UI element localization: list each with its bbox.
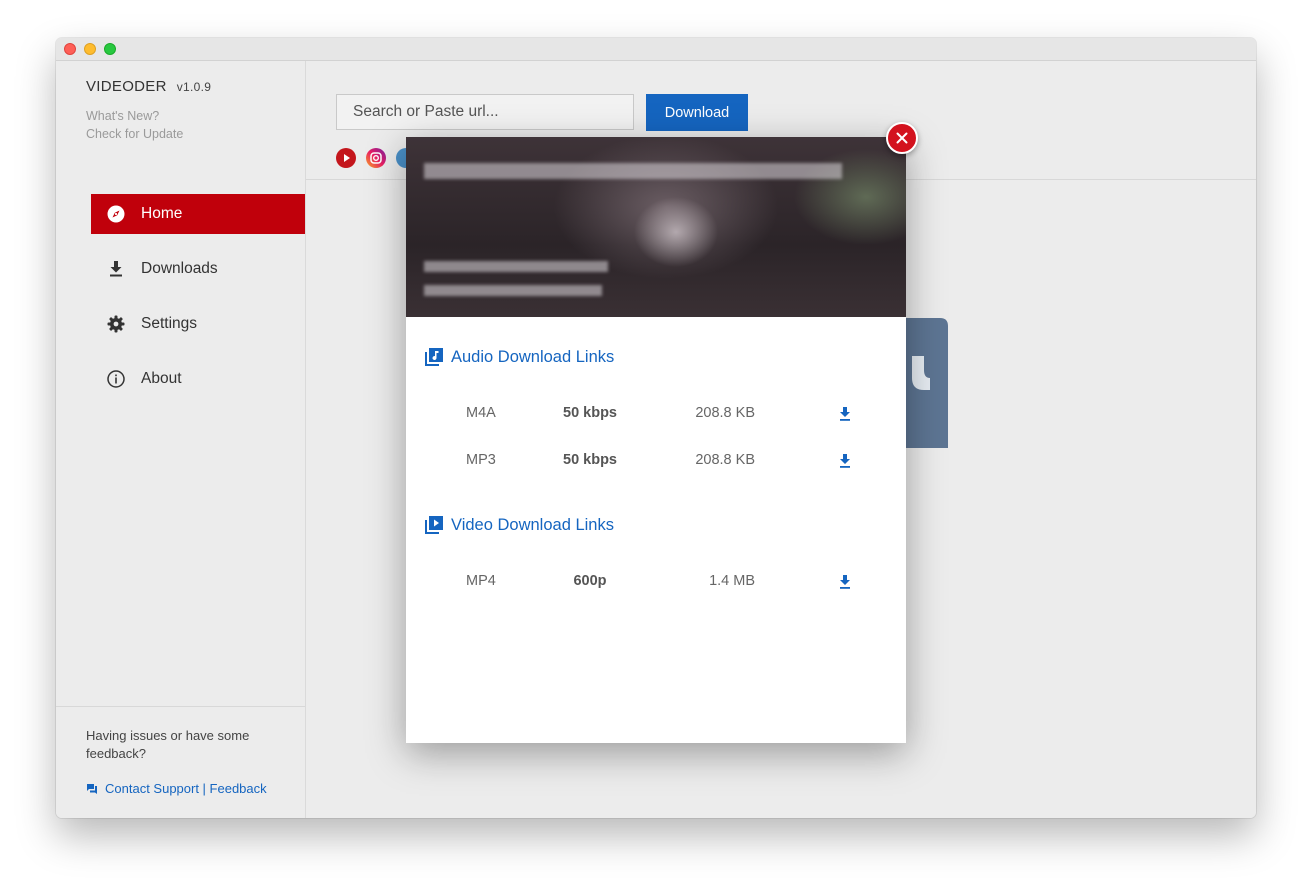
whats-new-link[interactable]: What's New? [86, 109, 159, 123]
background-illustration [902, 318, 952, 493]
app-brand: VIDEODER v1.0.9 [86, 78, 211, 95]
instagram-icon[interactable] [366, 148, 386, 168]
quality-label: 50 kbps [563, 452, 617, 468]
blurred-video-title [424, 163, 842, 179]
video-link-row: MP4 600p 1.4 MB [406, 573, 906, 595]
audio-section-title: Audio Download Links [424, 347, 614, 367]
nav-label: Settings [141, 315, 198, 332]
download-button[interactable]: Download [646, 94, 748, 131]
contact-support-label: Contact Support | Feedback [105, 781, 267, 796]
check-update-link[interactable]: Check for Update [86, 127, 183, 141]
gear-icon [106, 314, 126, 334]
chat-icon [87, 783, 97, 794]
app-name: VIDEODER [86, 78, 167, 95]
video-section-title: Video Download Links [424, 515, 614, 535]
audio-link-row: MP3 50 kbps 208.8 KB [406, 452, 906, 474]
info-icon [106, 369, 126, 389]
youtube-icon[interactable] [336, 148, 356, 168]
quality-label: 600p [573, 573, 607, 589]
download-links-modal: Audio Download Links M4A 50 kbps 208.8 K… [406, 137, 906, 743]
compass-icon [106, 204, 126, 224]
audio-link-row: M4A 50 kbps 208.8 KB [406, 405, 906, 427]
nav-label: Home [141, 205, 183, 222]
audio-section-label: Audio Download Links [451, 347, 615, 366]
nav-item-settings[interactable]: Settings [91, 304, 305, 344]
nav-label: About [141, 370, 182, 387]
size-label: 1.4 MB [709, 573, 755, 589]
nav-label: Downloads [141, 260, 218, 277]
download-link-icon[interactable] [838, 574, 852, 590]
blurred-video-meta [424, 261, 608, 272]
video-library-icon [425, 516, 443, 534]
format-label: MP4 [466, 573, 496, 589]
sidebar-divider [56, 706, 305, 707]
size-label: 208.8 KB [695, 405, 755, 421]
minimize-window-button[interactable] [84, 43, 96, 55]
title-bar [56, 38, 1256, 61]
contact-support-link[interactable]: Contact Support | Feedback [86, 781, 267, 796]
audio-library-icon [425, 348, 443, 366]
maximize-window-button[interactable] [104, 43, 116, 55]
nav-item-home[interactable]: Home [91, 194, 305, 234]
video-section-label: Video Download Links [451, 515, 614, 534]
sidebar: VIDEODER v1.0.9 What's New? Check for Upd… [56, 61, 306, 818]
search-input[interactable]: Search or Paste url... [336, 94, 634, 130]
format-label: MP3 [466, 452, 496, 468]
app-version: v1.0.9 [176, 80, 212, 94]
close-window-button[interactable] [64, 43, 76, 55]
feedback-prompt: Having issues or have some feedback? [86, 728, 250, 761]
size-label: 208.8 KB [695, 452, 755, 468]
nav-item-about[interactable]: About [91, 359, 305, 399]
format-label: M4A [466, 405, 496, 421]
download-link-icon[interactable] [838, 453, 852, 469]
nav-item-downloads[interactable]: Downloads [91, 249, 305, 289]
quality-label: 50 kbps [563, 405, 617, 421]
download-icon [106, 259, 126, 279]
video-thumbnail [406, 137, 906, 317]
close-icon [896, 132, 908, 144]
close-modal-button[interactable] [886, 122, 918, 154]
download-link-icon[interactable] [838, 406, 852, 422]
blurred-video-meta [424, 285, 602, 296]
